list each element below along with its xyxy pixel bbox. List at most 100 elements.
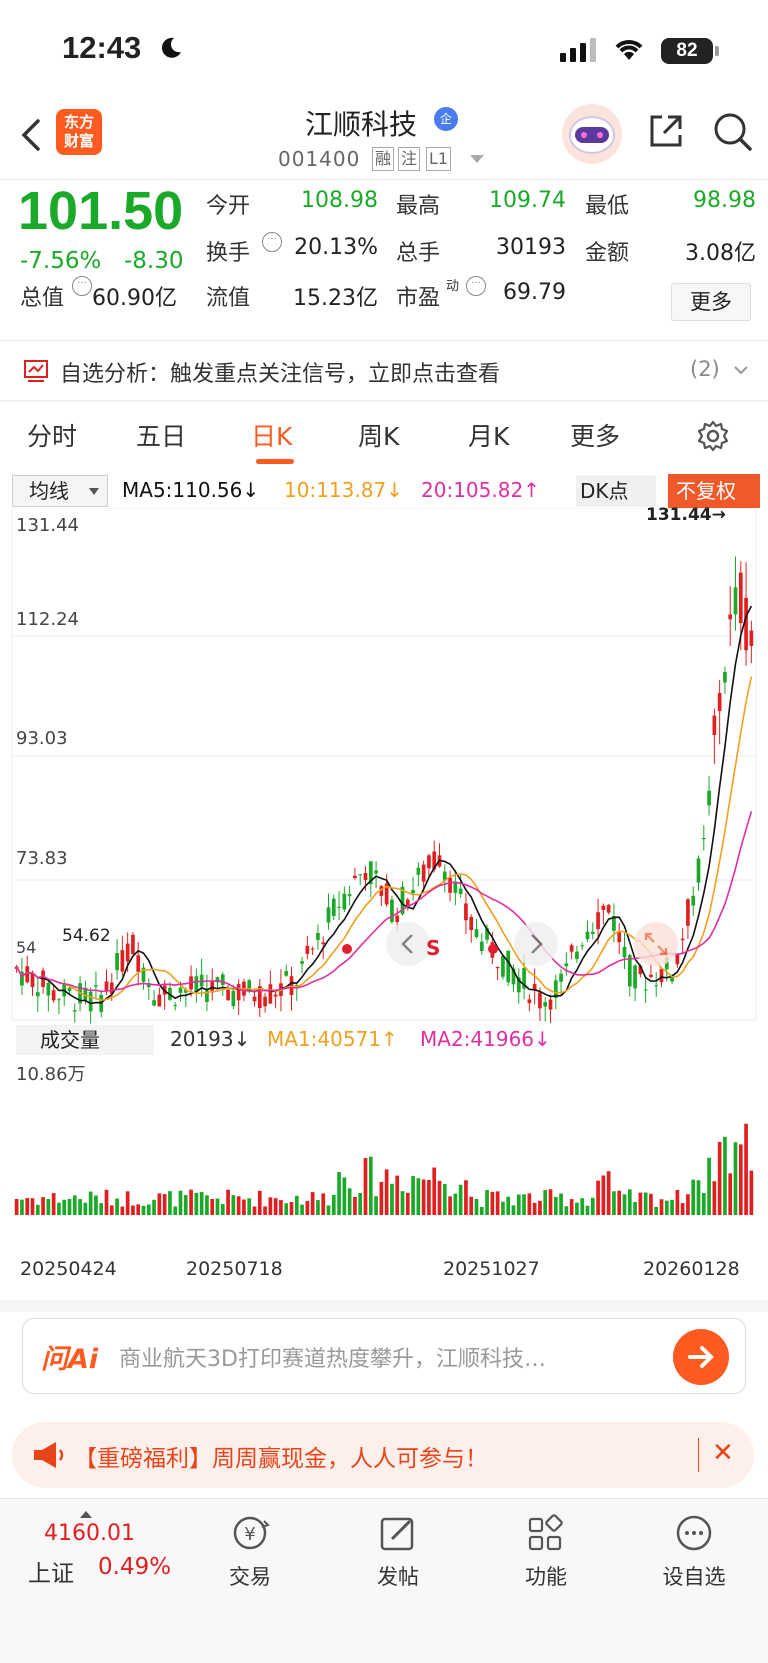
volume-bar — [675, 1189, 680, 1215]
volume-bar — [680, 1203, 685, 1215]
candle-body — [57, 999, 61, 1001]
volume-bar — [231, 1195, 236, 1215]
indicator-select[interactable]: 均线 — [12, 475, 108, 507]
tab-monthly-k[interactable]: 月K — [468, 417, 509, 453]
volume-bar — [46, 1198, 51, 1215]
mktcap-info-icon[interactable]: ··· — [72, 276, 92, 296]
add-watchlist-button[interactable]: 设自选 — [654, 1513, 734, 1591]
volume-bar — [427, 1180, 431, 1215]
volume-bar — [294, 1195, 299, 1215]
grid-icon — [528, 1514, 563, 1551]
index-value[interactable]: 4160.01 — [44, 1521, 135, 1546]
volume-value: 30193 — [496, 235, 566, 260]
candle-body — [527, 999, 532, 1004]
signal-dot[interactable] — [488, 944, 498, 954]
pe-info-icon[interactable]: ··· — [466, 276, 486, 296]
volume-bar — [210, 1199, 215, 1215]
candle-body — [67, 987, 72, 992]
tab-more[interactable]: 更多 — [570, 417, 620, 453]
volume-bar — [633, 1201, 637, 1215]
volume-bar — [141, 1205, 146, 1215]
float-label: 流值 — [206, 286, 251, 311]
close-icon[interactable]: ✕ — [712, 1438, 734, 1468]
candle-body — [252, 996, 257, 1002]
app-logo[interactable]: 东方 财富 — [56, 109, 102, 155]
volume-indicator-select[interactable]: 成交量 — [16, 1025, 154, 1055]
share-icon[interactable] — [646, 111, 686, 151]
volume-bar — [522, 1194, 526, 1215]
y-tick-label: 131.44 — [16, 515, 79, 536]
stock-dropdown-icon[interactable] — [470, 155, 484, 163]
candle-body — [289, 976, 294, 996]
candle-body — [606, 905, 611, 913]
ai-send-button[interactable] — [673, 1329, 729, 1385]
volume-bar — [469, 1196, 474, 1215]
trade-label: 交易 — [229, 1565, 271, 1589]
candle-body — [363, 873, 368, 880]
candle-body — [310, 948, 315, 950]
candle-body — [580, 945, 585, 947]
chevron-down-icon[interactable] — [733, 364, 749, 376]
kline-chart[interactable]: 131.44 112.24 93.03 73.83 131.44→ 54.62 … — [0, 505, 768, 1308]
candle-body — [548, 999, 553, 1010]
candle-body — [458, 888, 463, 894]
gear-icon[interactable] — [696, 419, 730, 453]
post-button[interactable]: 发帖 — [358, 1513, 438, 1591]
volume-bar — [527, 1193, 532, 1215]
chart-next-button[interactable] — [514, 922, 558, 966]
candle-body — [268, 984, 273, 1004]
last-price: 101.50 — [18, 181, 184, 241]
dk-point-button[interactable]: DK点 — [576, 475, 656, 507]
volume-bar — [575, 1202, 579, 1215]
candle-body — [30, 973, 35, 988]
sell-signal-marker[interactable]: S — [426, 936, 440, 960]
volume-bar — [131, 1205, 135, 1215]
fullscreen-button[interactable] — [634, 922, 678, 966]
volume-bar — [14, 1199, 19, 1215]
top-nav: 东方 财富 江顺科技 企 001400 融 注 L1 — [0, 95, 768, 180]
candle-body — [590, 931, 595, 934]
search-icon[interactable] — [712, 111, 754, 153]
volume-bar — [654, 1206, 659, 1215]
index-name[interactable]: 上证 — [28, 1554, 74, 1588]
index-percent[interactable]: 0.49% — [98, 1554, 171, 1580]
volume-bar — [347, 1188, 352, 1215]
volume-bar — [284, 1203, 289, 1215]
trade-button[interactable]: ¥ 交易 — [210, 1513, 290, 1591]
tab-daily-k[interactable]: 日K — [251, 417, 292, 453]
volume-bar — [411, 1176, 415, 1215]
moon-icon — [161, 37, 181, 58]
volume-bar — [183, 1195, 188, 1215]
back-arrow-icon[interactable] — [18, 115, 44, 155]
active-tab-indicator — [256, 459, 294, 464]
y-tick-label: 54 — [16, 938, 37, 957]
divider — [0, 340, 768, 341]
tab-five-day[interactable]: 五日 — [136, 417, 186, 453]
low-label: 最低 — [585, 194, 630, 219]
tag-margin: 融 — [372, 147, 395, 171]
candle-body — [733, 587, 738, 615]
functions-button[interactable]: 功能 — [506, 1513, 586, 1591]
more-quote-button[interactable]: 更多 — [671, 283, 751, 321]
volume-bar — [88, 1191, 93, 1215]
volume-bar — [199, 1192, 204, 1215]
ai-question-box[interactable]: 问Ai 商业航天3D打印赛道热度攀升，江顺科技… — [22, 1318, 746, 1394]
promo-banner[interactable]: 【重磅福利】周周赢现金，人人可参与！ ✕ — [12, 1422, 754, 1488]
signal-dot[interactable] — [342, 944, 352, 954]
no-adjust-button[interactable]: 不复权 — [668, 474, 760, 508]
volume-bar — [109, 1205, 114, 1215]
ma10-legend: 10:113.87↓ — [284, 478, 403, 502]
watchlist-analysis-banner[interactable]: 自选分析：触发重点关注信号，立即点击查看 (2) — [0, 342, 768, 400]
volume-bar — [226, 1189, 230, 1215]
logo-line1: 东方 — [63, 113, 94, 131]
volume-bar — [279, 1200, 283, 1215]
candle-body — [448, 877, 452, 893]
volume-bar — [749, 1170, 754, 1215]
volume-bar — [606, 1171, 611, 1215]
candle-body — [738, 572, 743, 624]
tab-intraday[interactable]: 分时 — [27, 417, 77, 453]
tab-weekly-k[interactable]: 周K — [358, 417, 399, 453]
robot-assistant-icon[interactable] — [561, 103, 623, 165]
candle-body — [654, 985, 659, 987]
chart-prev-button[interactable] — [386, 922, 430, 966]
